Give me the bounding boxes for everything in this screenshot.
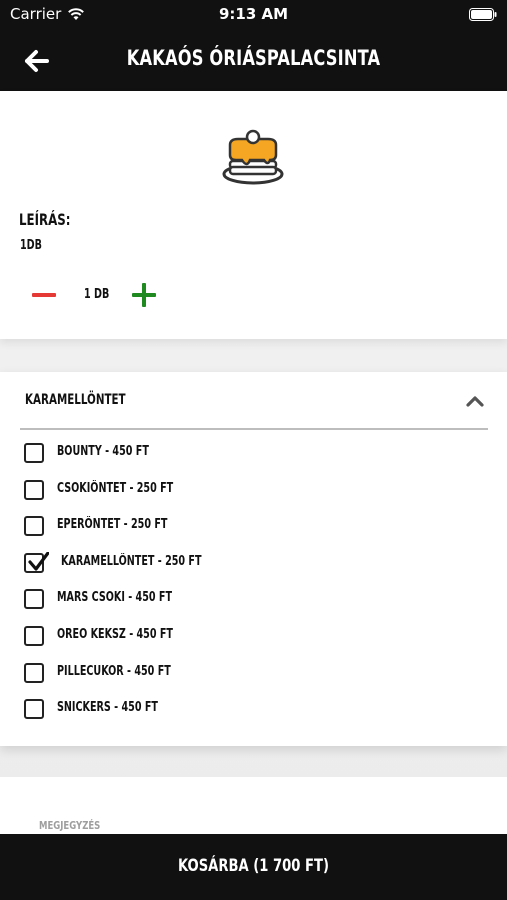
pancake-icon xyxy=(222,129,284,185)
option-item-eperontet[interactable]: EPERÖNTET - 250 FT xyxy=(24,513,484,550)
status-bar: Carrier 9:13 AM xyxy=(0,0,507,28)
battery-icon xyxy=(469,7,497,25)
checkmark-icon xyxy=(28,551,49,571)
note-label: MEGJEGYZÉS xyxy=(39,819,101,832)
add-to-cart-label: KOSÁRBA (1 700 FT) xyxy=(177,856,330,876)
chevron-up-icon xyxy=(466,396,484,407)
option-label: SNICKERS - 450 FT xyxy=(57,700,158,716)
option-item-mars-csoki[interactable]: MARS CSOKI - 450 FT xyxy=(24,586,484,623)
option-item-oreo-keksz[interactable]: OREO KEKSZ - 450 FT xyxy=(24,623,484,660)
option-label: KARAMELLÖNTET - 250 FT xyxy=(61,553,202,569)
options-section-header[interactable]: KARAMELLÖNTET xyxy=(20,372,488,430)
checkbox-checked[interactable] xyxy=(24,551,49,573)
product-card: LEÍRÁS: 1DB 1 DB xyxy=(0,91,507,339)
checkbox[interactable] xyxy=(24,479,44,500)
description-value: 1DB xyxy=(20,238,42,253)
increase-quantity-button[interactable] xyxy=(132,283,156,307)
option-label: CSOKIÖNTET - 250 FT xyxy=(57,480,174,496)
checkbox[interactable] xyxy=(24,516,44,537)
option-label: PILLECUKOR - 450 FT xyxy=(57,663,171,679)
checkbox[interactable] xyxy=(24,443,44,463)
quantity-stepper: 1 DB xyxy=(30,281,230,311)
options-section-title: KARAMELLÖNTET xyxy=(25,392,126,408)
status-time: 9:13 AM xyxy=(218,5,289,23)
option-label: MARS CSOKI - 450 FT xyxy=(57,590,173,606)
description-label: LEÍRÁS: xyxy=(19,210,71,229)
option-item-snickers[interactable]: SNICKERS - 450 FT xyxy=(24,696,484,733)
nav-bar: KAKAÓS ÓRIÁSPALACSINTA xyxy=(0,28,507,91)
option-label: OREO KEKSZ - 450 FT xyxy=(57,626,173,642)
options-card: KARAMELLÖNTET BOUNTY - 450 FT CSOKIÖNTET… xyxy=(0,372,507,746)
note-card[interactable]: MEGJEGYZÉS xyxy=(0,777,507,834)
decrease-quantity-button[interactable] xyxy=(32,293,56,297)
option-item-karamellontet[interactable]: KARAMELLÖNTET - 250 FT xyxy=(24,550,484,587)
option-item-csokiontet[interactable]: CSOKIÖNTET - 250 FT xyxy=(24,477,484,514)
page-title: KAKAÓS ÓRIÁSPALACSINTA xyxy=(126,46,381,70)
checkbox[interactable] xyxy=(24,625,44,646)
option-item-bounty[interactable]: BOUNTY - 450 FT xyxy=(24,440,484,477)
quantity-value: 1 DB xyxy=(84,287,110,302)
option-label: BOUNTY - 450 FT xyxy=(57,444,149,459)
add-to-cart-button[interactable]: KOSÁRBA (1 700 FT) xyxy=(0,834,507,900)
checkbox[interactable] xyxy=(24,589,44,610)
checkbox[interactable] xyxy=(24,699,44,720)
checkbox[interactable] xyxy=(24,662,44,683)
option-label: EPERÖNTET - 250 FT xyxy=(57,517,168,533)
option-item-pillecukor[interactable]: PILLECUKOR - 450 FT xyxy=(24,660,484,697)
options-list: BOUNTY - 450 FT CSOKIÖNTET - 250 FT EPER… xyxy=(24,440,484,733)
